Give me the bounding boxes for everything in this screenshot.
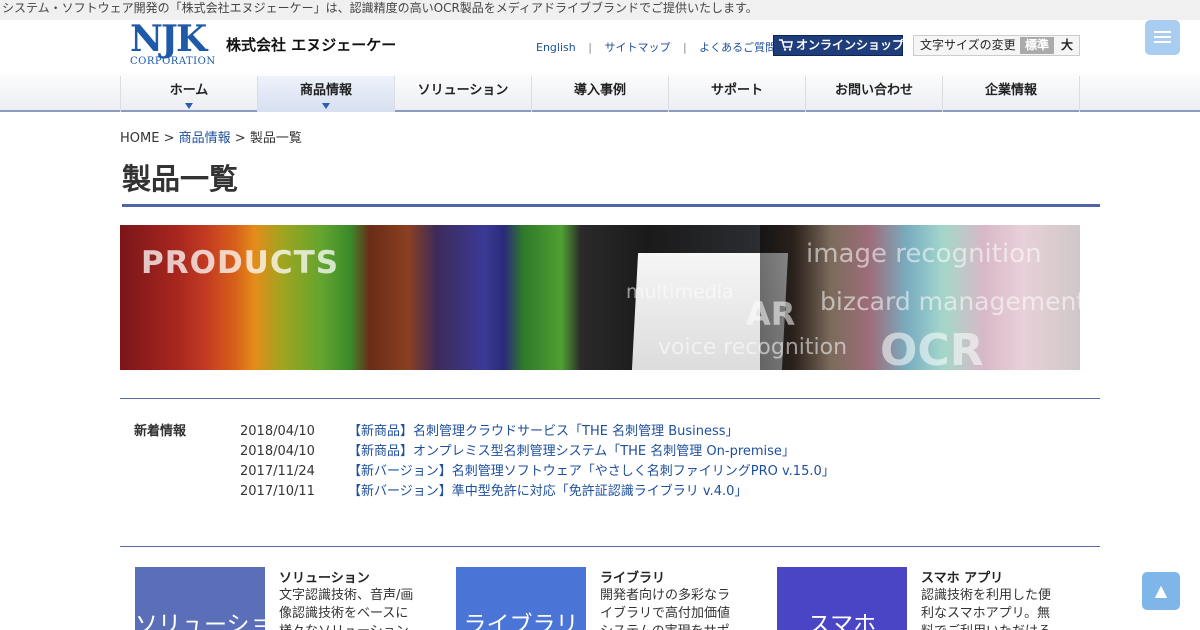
link-separator: |: [588, 41, 592, 54]
hamburger-icon: [1154, 41, 1171, 43]
dropdown-arrow-icon: [322, 103, 330, 109]
news-title-link[interactable]: 【新商品】オンプレミス型名刺管理システム「THE 名刺管理 On-premise…: [348, 444, 795, 459]
news-date: 2018/04/10: [240, 444, 315, 459]
nav-item-solutions[interactable]: ソリューション: [394, 76, 531, 112]
banner-heading: PRODUCTS: [141, 245, 340, 281]
faq-link[interactable]: よくあるご質問: [699, 41, 776, 54]
banner-word: AR: [746, 295, 796, 333]
card-thumbnail[interactable]: スマホ: [777, 567, 907, 630]
news-item: 2018/04/10 【新商品】オンプレミス型名刺管理システム「THE 名刺管理 …: [240, 440, 835, 460]
category-cards: ソリューション ソリューション 文字認識技術、音声/画像認識技術をベースに様々な…: [135, 567, 1095, 630]
font-size-standard-button[interactable]: 標準: [1020, 37, 1054, 54]
logo-main-text: NJK: [130, 18, 207, 60]
global-nav: ホーム 商品情報 ソリューション 導入事例 サポート お問い合わせ 企業情報: [0, 73, 1200, 112]
news-date: 2017/10/11: [240, 484, 315, 499]
page-title: 製品一覧: [122, 160, 1100, 207]
card-description: 認識技術を利用した便利なスマホアプリ。無料でご利用いただける: [921, 588, 1052, 630]
logo-sub-text: CORPORATION: [130, 56, 216, 67]
cart-icon: [779, 39, 793, 51]
online-shop-label: オンラインショップ: [796, 38, 905, 52]
arrow-up-icon: ▲: [1154, 581, 1168, 600]
banner-word: bizcard management: [820, 287, 1080, 316]
news-item: 2017/11/24 【新バージョン】名刺管理ソフトウェア「やさしく名刺ファイリン…: [240, 460, 835, 480]
font-size-label: 文字サイズの変更: [920, 38, 1016, 52]
news-title-link[interactable]: 【新バージョン】名刺管理ソフトウェア「やさしく名刺ファイリングPRO v.15.…: [348, 464, 835, 479]
sitemap-link[interactable]: サイトマップ: [604, 41, 670, 54]
nav-item-case-studies[interactable]: 導入事例: [531, 76, 668, 112]
nav-item-contact[interactable]: お問い合わせ: [805, 76, 942, 112]
online-shop-button[interactable]: オンラインショップ: [773, 35, 905, 56]
font-size-large-button[interactable]: 大: [1056, 37, 1078, 54]
top-announcement: システム・ソフトウェア開発の「株式会社エヌジェーケー」は、認識精度の高いOCR製…: [0, 0, 1200, 20]
card-description: 開発者向けの多彩なライブラリで高付加価値システムの実現をサポ: [600, 588, 731, 630]
banner-word: OCR: [880, 325, 984, 370]
nav-item-products[interactable]: 商品情報: [257, 76, 394, 112]
font-size-switcher: 文字サイズの変更 標準 大: [913, 35, 1080, 56]
news-list: 2018/04/10 【新商品】名刺管理クラウドサービス「THE 名刺管理 Bus…: [240, 420, 835, 500]
card-library[interactable]: ライブラリ ライブラリ 開発者向けの多彩なライブラリで高付加価値システムの実現を…: [456, 567, 756, 630]
breadcrumb-separator: >: [234, 131, 246, 146]
nav-item-home[interactable]: ホーム: [120, 76, 257, 112]
site-header: NJK CORPORATION 株式会社 エヌジェーケー English | サ…: [0, 20, 1200, 72]
banner-word: image recognition: [806, 239, 1042, 269]
dropdown-arrow-icon: [185, 103, 193, 109]
news-label: 新着情報: [134, 424, 187, 439]
card-title[interactable]: ライブラリ: [600, 567, 665, 586]
breadcrumb: HOME > 商品情報 > 製品一覧: [120, 127, 302, 146]
breadcrumb-home[interactable]: HOME: [120, 131, 159, 146]
link-separator: |: [682, 41, 687, 54]
card-description: 文字認識技術、音声/画像認識技術をベースに様々なソリューションを: [279, 588, 414, 630]
breadcrumb-separator: >: [163, 131, 175, 146]
banner-word: voice recognition: [658, 335, 848, 360]
card-title[interactable]: スマホ アプリ: [921, 567, 1003, 586]
news-date: 2018/04/10: [240, 424, 315, 439]
breadcrumb-current: 製品一覧: [249, 131, 302, 146]
card-smartphone-apps[interactable]: スマホ スマホ アプリ 認識技術を利用した便利なスマホアプリ。無料でご利用いただ…: [777, 567, 1077, 630]
card-thumbnail[interactable]: ソリューション: [135, 567, 265, 630]
nav-item-support[interactable]: サポート: [668, 76, 805, 112]
news-title-link[interactable]: 【新商品】名刺管理クラウドサービス「THE 名刺管理 Business」: [348, 424, 739, 439]
news-date: 2017/11/24: [240, 464, 315, 479]
products-banner: PRODUCTS image recognition multimedia bi…: [120, 225, 1080, 370]
nav-item-company[interactable]: 企業情報: [942, 76, 1080, 112]
english-link[interactable]: English: [536, 41, 576, 54]
hamburger-icon: [1154, 36, 1171, 38]
card-thumbnail[interactable]: ライブラリ: [456, 567, 586, 630]
back-to-top-button[interactable]: ▲: [1142, 572, 1180, 610]
header-links: English | サイトマップ | よくあるご質問: [536, 39, 776, 55]
company-name[interactable]: 株式会社 エヌジェーケー: [226, 34, 396, 55]
news-title-link[interactable]: 【新バージョン】準中型免許に対応「免許証認識ライブラリ v.4.0」: [348, 484, 747, 499]
breadcrumb-products[interactable]: 商品情報: [179, 131, 231, 146]
news-item: 2018/04/10 【新商品】名刺管理クラウドサービス「THE 名刺管理 Bus…: [240, 420, 835, 440]
hamburger-menu-button[interactable]: [1145, 20, 1180, 55]
banner-word: multimedia: [626, 281, 734, 303]
njk-logo[interactable]: NJK CORPORATION: [130, 18, 216, 67]
news-item: 2017/10/11 【新バージョン】準中型免許に対応「免許証認識ライブラリ v.…: [240, 480, 835, 500]
card-title[interactable]: ソリューション: [279, 567, 370, 586]
news-section: 新着情報 2018/04/10 【新商品】名刺管理クラウドサービス「THE 名刺管…: [120, 398, 1100, 547]
hamburger-icon: [1154, 31, 1171, 33]
card-solutions[interactable]: ソリューション ソリューション 文字認識技術、音声/画像認識技術をベースに様々な…: [135, 567, 435, 630]
